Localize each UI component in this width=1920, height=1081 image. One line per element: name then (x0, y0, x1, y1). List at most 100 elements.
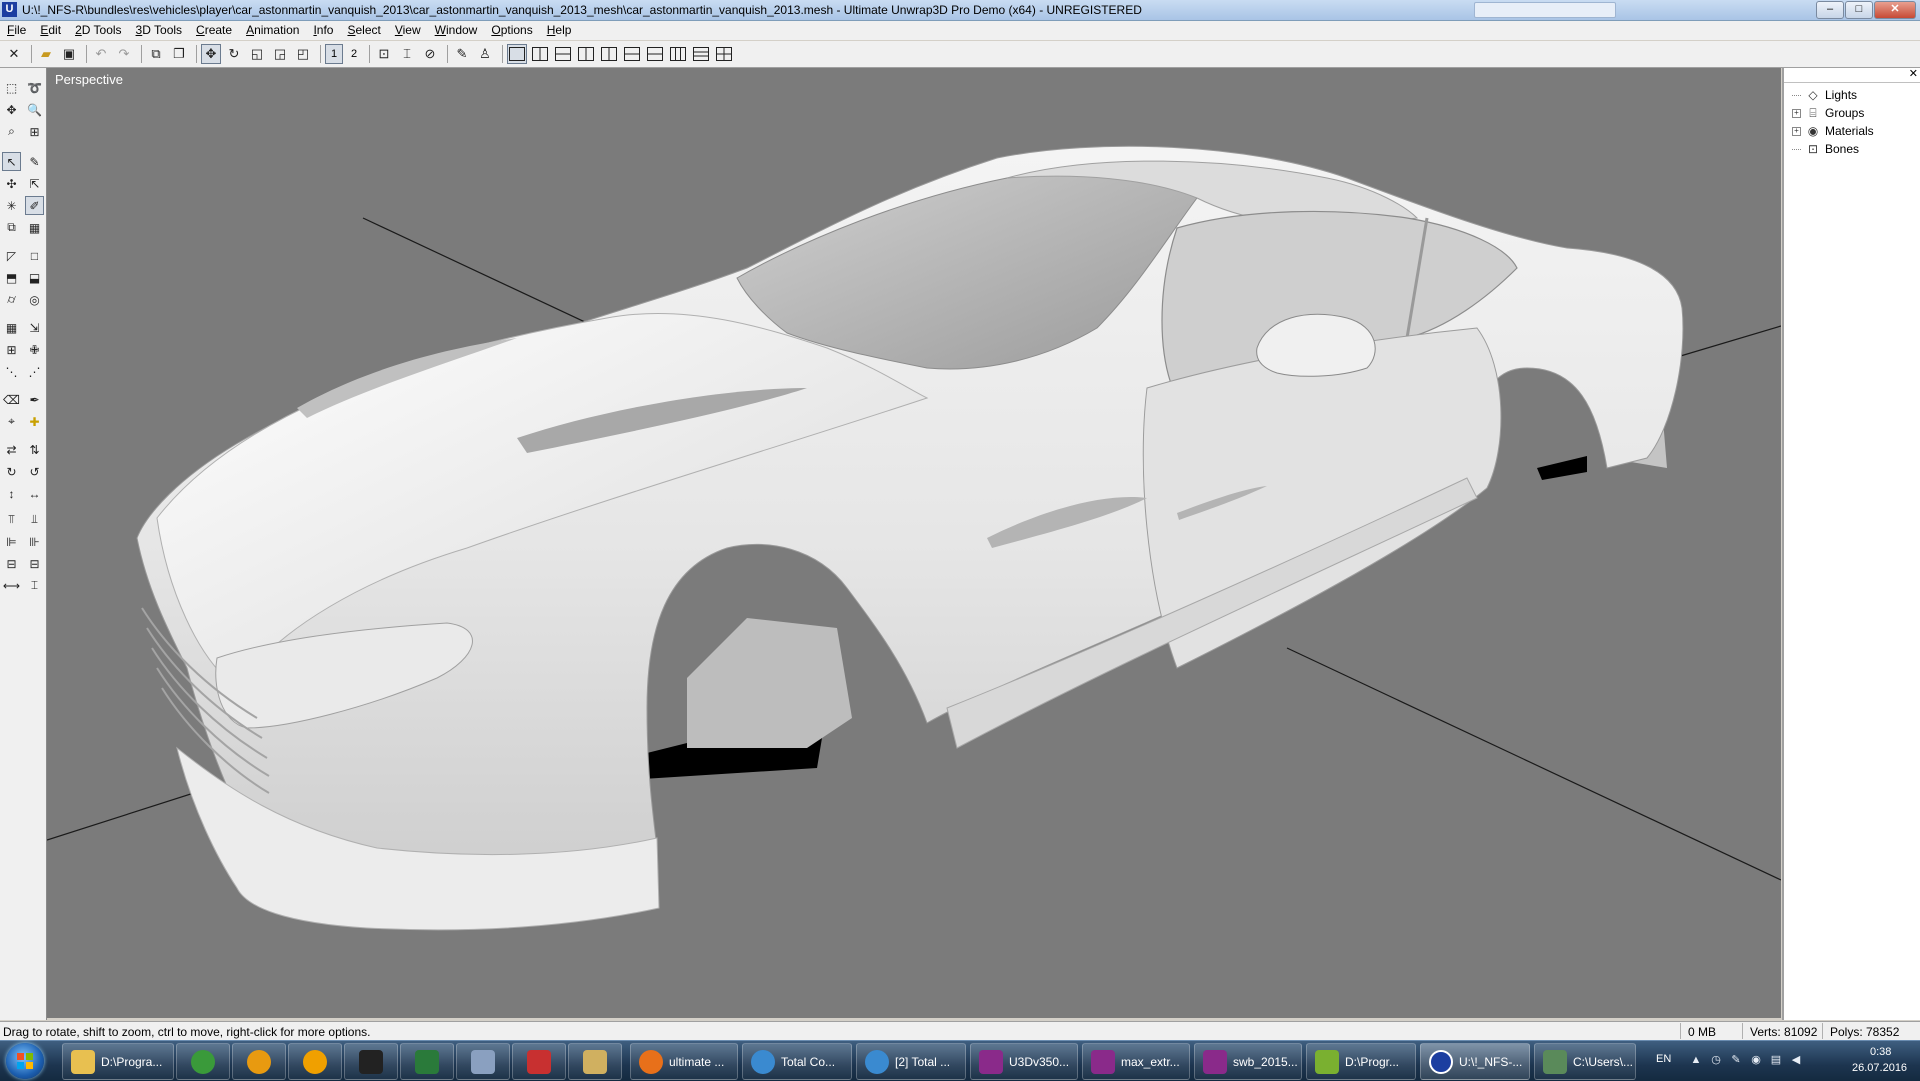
layout-split-horizontal-icon[interactable] (553, 44, 573, 64)
panel-close-button[interactable]: ✕ (1909, 67, 1918, 80)
align-bottom-icon[interactable]: ⫫ (25, 510, 44, 529)
scale-vertical-icon[interactable]: ↕ (2, 484, 21, 503)
brush-icon[interactable]: ✎ (25, 152, 44, 171)
paint-icon[interactable]: ♙ (475, 44, 495, 64)
fit-height-icon[interactable]: ⌶ (25, 576, 44, 595)
clock-time[interactable]: 0:38 (1870, 1046, 1891, 1058)
scale-horizontal-icon[interactable]: ↔ (25, 484, 44, 503)
pin-yellow-icon[interactable]: ✚ (25, 412, 44, 431)
tray-app-icon[interactable]: ✎ (1730, 1054, 1742, 1066)
rotate-cw-icon[interactable]: ↻ (2, 462, 21, 481)
layout-quad-icon[interactable] (714, 44, 734, 64)
volume-icon[interactable]: ◀ (1790, 1054, 1802, 1066)
task-pinned[interactable] (568, 1043, 622, 1080)
weld-icon[interactable]: ⋱ (2, 362, 21, 381)
zoom-region-icon[interactable]: ⊞ (25, 122, 44, 141)
zoom-extents-icon[interactable]: ⌕ (2, 122, 21, 141)
pen-icon[interactable]: ✒ (25, 390, 44, 409)
move-icon[interactable]: ✥ (201, 44, 221, 64)
pan-icon[interactable]: ✥ (2, 100, 21, 119)
menu-create[interactable]: Create (189, 21, 239, 40)
transform-icon[interactable]: ◰ (293, 44, 313, 64)
align-right-icon[interactable]: ⊪ (25, 532, 44, 551)
task-winrar-1[interactable]: U3Dv350... (970, 1043, 1078, 1080)
task-pinned[interactable] (288, 1043, 342, 1080)
grid-icon[interactable]: ▦ (25, 218, 44, 237)
tray-network-icon[interactable]: ▤ (1770, 1054, 1782, 1066)
rotate-ccw-icon[interactable]: ↺ (25, 462, 44, 481)
zoom-icon[interactable]: 🔍 (25, 100, 44, 119)
align-left-icon[interactable]: ⊫ (2, 532, 21, 551)
align-top-icon[interactable]: ⫪ (2, 510, 21, 529)
minimize-button[interactable]: – (1816, 1, 1844, 19)
task-winrar-3[interactable]: swb_2015... (1194, 1043, 1302, 1080)
cylinder-map-icon[interactable]: ⌭ (2, 290, 21, 309)
clock-date[interactable]: 26.07.2016 (1852, 1062, 1907, 1074)
grid-move-icon[interactable]: ✙ (25, 340, 44, 359)
scale-uniform-icon[interactable]: ◲ (270, 44, 290, 64)
menu-window[interactable]: Window (428, 21, 485, 40)
export-icon[interactable]: ⧉ (146, 44, 166, 64)
select-vertex-icon[interactable]: ⊘ (420, 44, 440, 64)
menu-edit[interactable]: Edit (33, 21, 68, 40)
planar-map-icon[interactable]: ◸ (2, 246, 21, 265)
layout-three-left-icon[interactable] (576, 44, 596, 64)
tray-app-icon[interactable]: ◷ (1710, 1054, 1722, 1066)
layout-rows-icon[interactable] (691, 44, 711, 64)
distribute-v-icon[interactable]: ⊟ (25, 554, 44, 573)
box-map-icon[interactable]: □ (25, 246, 44, 265)
task-pinned[interactable] (456, 1043, 510, 1080)
task-pinned[interactable] (400, 1043, 454, 1080)
fit-width-icon[interactable]: ⟷ (2, 576, 21, 595)
clone-icon[interactable]: ⧉ (2, 218, 21, 237)
perspective-viewport[interactable]: Perspective (47, 68, 1781, 1018)
menu-select[interactable]: Select (340, 21, 387, 40)
explode-icon[interactable]: ✳ (2, 196, 21, 215)
task-unwrap3d[interactable]: U:\!_NFS-... (1420, 1043, 1530, 1080)
box-uv-2-icon[interactable]: ⬓ (25, 268, 44, 287)
maximize-button[interactable]: □ (1845, 1, 1873, 19)
flip-h-icon[interactable]: ⇄ (2, 440, 21, 459)
rotate-icon[interactable]: ↻ (224, 44, 244, 64)
tray-steam-icon[interactable]: ◉ (1750, 1054, 1762, 1066)
eyedropper-icon[interactable]: ✎ (452, 44, 472, 64)
task-pinned[interactable] (232, 1043, 286, 1080)
tree-item-materials[interactable]: + ◉ Materials (1792, 122, 1874, 140)
menu-2d-tools[interactable]: 2D Tools (68, 21, 128, 40)
select-edge-icon[interactable]: ⌶ (397, 44, 417, 64)
grid-merge-icon[interactable]: ⊞ (2, 340, 21, 359)
task-total-commander[interactable]: Total Co... (742, 1043, 852, 1080)
task-winrar-2[interactable]: max_extr... (1082, 1043, 1190, 1080)
start-button[interactable] (6, 1043, 44, 1079)
sphere-map-icon[interactable]: ◎ (25, 290, 44, 309)
select-pointer-icon[interactable]: ↖ (2, 152, 21, 171)
pick-icon[interactable]: ⌖ (2, 412, 21, 431)
menu-animation[interactable]: Animation (239, 21, 306, 40)
expand-icon[interactable]: + (1792, 126, 1801, 136)
menu-view[interactable]: View (388, 21, 428, 40)
layout-three-top-icon[interactable] (622, 44, 642, 64)
close-button[interactable]: ✕ (1874, 1, 1916, 19)
grid-select-icon[interactable]: ▦ (2, 318, 21, 337)
open-icon[interactable]: ▰ (36, 44, 56, 64)
menu-info[interactable]: Info (306, 21, 340, 40)
language-indicator[interactable]: EN (1656, 1053, 1671, 1065)
lasso-select-icon[interactable]: ➰ (25, 78, 44, 97)
layout-three-bottom-icon[interactable] (645, 44, 665, 64)
task-pinned[interactable] (344, 1043, 398, 1080)
layout-columns-icon[interactable] (668, 44, 688, 64)
menu-help[interactable]: Help (540, 21, 579, 40)
title-search-box[interactable] (1474, 2, 1616, 18)
expand-icon[interactable]: + (1792, 108, 1801, 118)
task-pinned[interactable] (512, 1043, 566, 1080)
edit-pencil-icon[interactable]: ✐ (25, 196, 44, 215)
redo-icon[interactable]: ↷ (114, 44, 134, 64)
layout-split-vertical-icon[interactable] (530, 44, 550, 64)
task-pinned[interactable] (176, 1043, 230, 1080)
task-cmd[interactable]: C:\Users\... (1534, 1043, 1636, 1080)
tree-item-lights[interactable]: ◇ Lights (1792, 86, 1874, 104)
task-notepad[interactable]: D:\Progr... (1306, 1043, 1416, 1080)
undo-icon[interactable]: ↶ (91, 44, 111, 64)
tree-item-bones[interactable]: ⊡ Bones (1792, 140, 1874, 158)
move-points-icon[interactable]: ✣ (2, 174, 21, 193)
